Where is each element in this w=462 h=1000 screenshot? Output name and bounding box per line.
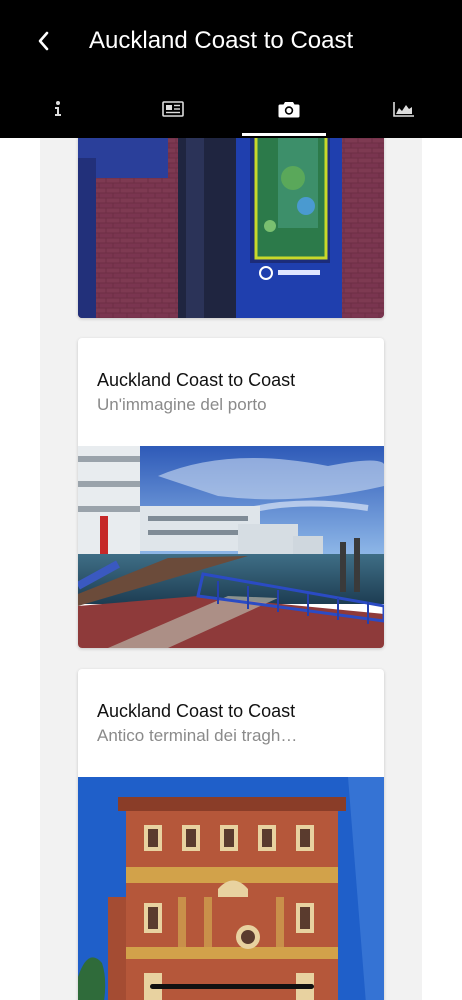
article-icon — [162, 101, 185, 117]
card-photo — [78, 777, 384, 1000]
card-subtitle: Antico terminal dei tragh… — [97, 726, 298, 745]
app-header: Auckland Coast to Coast — [0, 0, 462, 138]
photo-card[interactable]: Auckland Coast to Coast Un'immagine del … — [78, 338, 384, 648]
card-subtitle: Un'immagine del porto — [97, 395, 267, 414]
active-tab-indicator — [242, 133, 326, 136]
card-photo — [78, 446, 384, 648]
photo-card[interactable]: Auckland Coast to Coast Antico terminal … — [78, 669, 384, 1000]
info-icon — [54, 101, 61, 116]
tab-photos[interactable] — [231, 80, 347, 138]
back-button[interactable] — [28, 24, 58, 58]
elevation-chart-icon — [393, 102, 415, 117]
photo-card[interactable] — [78, 138, 384, 318]
card-photo — [78, 138, 384, 318]
tab-elevation[interactable] — [347, 80, 462, 138]
chevron-left-icon — [38, 31, 49, 51]
card-header: Auckland Coast to Coast Antico terminal … — [78, 669, 384, 777]
card-title: Auckland Coast to Coast — [97, 370, 296, 390]
camera-icon — [278, 102, 300, 118]
tab-bar — [0, 80, 462, 138]
home-indicator[interactable] — [150, 984, 314, 989]
page-title: Auckland Coast to Coast — [89, 27, 354, 54]
tab-article[interactable] — [116, 80, 232, 138]
card-header: Auckland Coast to Coast Un'immagine del … — [78, 338, 384, 446]
photo-feed[interactable]: Auckland Coast to Coast Un'immagine del … — [40, 138, 422, 1000]
tab-info[interactable] — [0, 80, 116, 138]
card-title: Auckland Coast to Coast — [97, 701, 296, 721]
